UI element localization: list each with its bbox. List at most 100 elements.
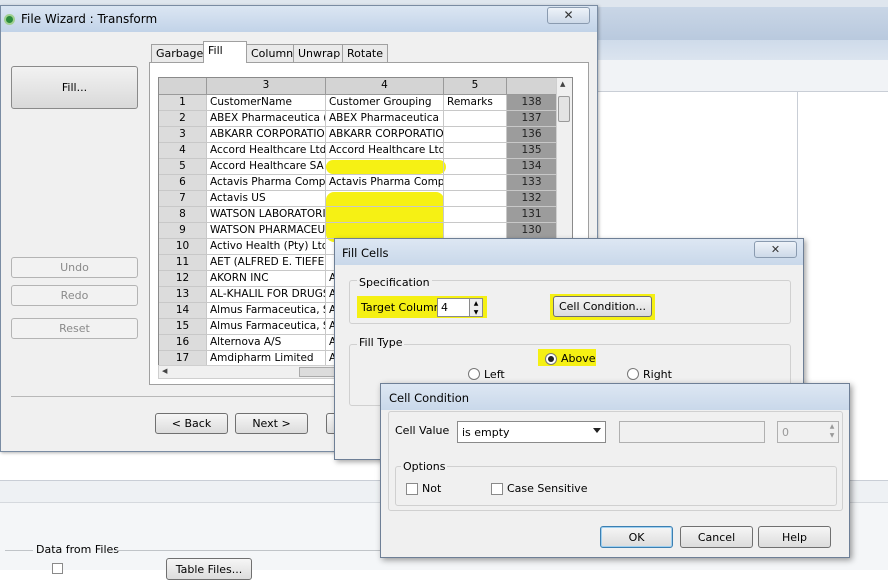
grid-cell[interactable] bbox=[444, 191, 507, 207]
grid-cell[interactable]: Accord Healthcare Ltd. bbox=[326, 143, 444, 159]
row-number[interactable]: 1 bbox=[159, 95, 207, 111]
tab-unwrap[interactable]: Unwrap bbox=[293, 44, 346, 62]
column-header[interactable]: 4 bbox=[326, 78, 444, 95]
close-icon[interactable]: ✕ bbox=[547, 7, 590, 24]
grid-cell[interactable] bbox=[444, 127, 507, 143]
grid-cell[interactable]: 133 bbox=[507, 175, 557, 191]
undo-button[interactable]: Undo bbox=[11, 257, 138, 278]
row-number[interactable]: 4 bbox=[159, 143, 207, 159]
grid-cell[interactable] bbox=[326, 207, 444, 223]
row-number[interactable]: 5 bbox=[159, 159, 207, 175]
scroll-left-icon[interactable]: ◀ bbox=[162, 367, 167, 375]
target-column-input[interactable]: 4 bbox=[437, 298, 473, 317]
tab-fill[interactable]: Fill bbox=[203, 41, 247, 63]
back-button[interactable]: < Back bbox=[155, 413, 228, 434]
checkbox[interactable] bbox=[52, 563, 63, 574]
grid-cell[interactable] bbox=[326, 191, 444, 207]
grid-cell[interactable]: Almus Farmaceutica, S. bbox=[207, 319, 326, 335]
grid-cell[interactable] bbox=[326, 159, 444, 175]
row-number[interactable]: 9 bbox=[159, 223, 207, 239]
grid-cell[interactable] bbox=[444, 207, 507, 223]
grid-cell[interactable] bbox=[444, 223, 507, 239]
case-sensitive-checkbox[interactable] bbox=[491, 483, 503, 495]
cell-value-select[interactable]: is empty bbox=[457, 421, 606, 443]
grid-cell[interactable]: AET (ALFRED E. TIEFENBACHER) bbox=[207, 255, 326, 271]
row-number[interactable]: 16 bbox=[159, 335, 207, 351]
grid-cell[interactable]: 138 bbox=[507, 95, 557, 111]
grid-cell[interactable]: Actavis Pharma Company bbox=[207, 175, 326, 191]
column-header[interactable]: 5 bbox=[444, 78, 507, 95]
column-header[interactable] bbox=[507, 78, 557, 95]
grid-cell[interactable] bbox=[326, 223, 444, 239]
grid-cell[interactable]: Customer Grouping bbox=[326, 95, 444, 111]
grid-cell[interactable]: 136 bbox=[507, 127, 557, 143]
row-number[interactable]: 14 bbox=[159, 303, 207, 319]
radio-left[interactable] bbox=[468, 368, 480, 380]
scroll-thumb[interactable] bbox=[558, 96, 570, 122]
grid-cell[interactable]: WATSON PHARMACEUTICALS bbox=[207, 223, 326, 239]
grid-cell[interactable]: 137 bbox=[507, 111, 557, 127]
row-number[interactable]: 7 bbox=[159, 191, 207, 207]
cancel-button[interactable]: Cancel bbox=[680, 526, 753, 548]
column-header[interactable] bbox=[159, 78, 207, 95]
grid-cell[interactable]: Actavis US bbox=[207, 191, 326, 207]
help-button[interactable]: Help bbox=[758, 526, 831, 548]
grid-cell[interactable]: ABKARR CORPORATION bbox=[207, 127, 326, 143]
column-header[interactable]: 3 bbox=[207, 78, 326, 95]
cell-condition-button[interactable]: Cell Condition... bbox=[553, 296, 652, 317]
grid-cell[interactable] bbox=[444, 111, 507, 127]
grid-cell[interactable]: Accord Healthcare Ltd. bbox=[207, 143, 326, 159]
grid-cell[interactable]: Almus Farmaceutica, S. bbox=[207, 303, 326, 319]
tab-rotate[interactable]: Rotate bbox=[342, 44, 389, 62]
chevron-down-icon[interactable] bbox=[593, 428, 601, 433]
grid-cell[interactable]: ABKARR CORPORATION bbox=[326, 127, 444, 143]
grid-cell[interactable]: Alternova A/S bbox=[207, 335, 326, 351]
grid-cell[interactable]: Remarks bbox=[444, 95, 507, 111]
grid-cell[interactable]: 130 bbox=[507, 223, 557, 239]
ok-button[interactable]: OK bbox=[600, 526, 673, 548]
row-number[interactable]: 12 bbox=[159, 271, 207, 287]
grid-cell[interactable]: 132 bbox=[507, 191, 557, 207]
next-button[interactable]: Next > bbox=[235, 413, 308, 434]
fill-button[interactable]: Fill... bbox=[11, 66, 138, 109]
row-number[interactable]: 15 bbox=[159, 319, 207, 335]
grid-cell[interactable] bbox=[444, 159, 507, 175]
row-number[interactable]: 11 bbox=[159, 255, 207, 271]
grid-cell[interactable]: Activo Health (Pty) Ltd bbox=[207, 239, 326, 255]
condition-text-input[interactable] bbox=[619, 421, 765, 443]
row-number[interactable]: 8 bbox=[159, 207, 207, 223]
scroll-thumb[interactable] bbox=[299, 367, 339, 377]
spinner-icon[interactable]: ▲ ▼ bbox=[826, 422, 838, 442]
grid-cell[interactable]: 134 bbox=[507, 159, 557, 175]
radio-right[interactable] bbox=[627, 368, 639, 380]
wizard-title: File Wizard : Transform bbox=[21, 12, 158, 26]
table-files-button[interactable]: Table Files... bbox=[166, 558, 252, 580]
radio-above[interactable] bbox=[545, 353, 557, 365]
tab-column[interactable]: Column bbox=[246, 44, 299, 62]
horizontal-scrollbar[interactable]: ◀ bbox=[158, 365, 344, 379]
grid-cell[interactable]: CustomerName bbox=[207, 95, 326, 111]
tab-garbage[interactable]: Garbage bbox=[151, 44, 209, 62]
row-number[interactable]: 6 bbox=[159, 175, 207, 191]
row-number[interactable]: 2 bbox=[159, 111, 207, 127]
grid-cell[interactable]: 131 bbox=[507, 207, 557, 223]
row-number[interactable]: 13 bbox=[159, 287, 207, 303]
not-checkbox[interactable] bbox=[406, 483, 418, 495]
grid-cell[interactable]: 135 bbox=[507, 143, 557, 159]
grid-cell[interactable]: Accord Healthcare SA bbox=[207, 159, 326, 175]
grid-cell[interactable] bbox=[444, 175, 507, 191]
spinner-icon[interactable]: ▲ ▼ bbox=[469, 298, 483, 317]
row-number[interactable]: 3 bbox=[159, 127, 207, 143]
grid-cell[interactable] bbox=[444, 143, 507, 159]
grid-cell[interactable]: AL-KHALIL FOR DRUGS bbox=[207, 287, 326, 303]
grid-cell[interactable]: ABEX Pharmaceutica (Pty) bbox=[207, 111, 326, 127]
grid-cell[interactable]: ABEX Pharmaceutica (Pty) bbox=[326, 111, 444, 127]
reset-button[interactable]: Reset bbox=[11, 318, 138, 339]
scroll-up-icon[interactable]: ▲ bbox=[560, 80, 565, 88]
redo-button[interactable]: Redo bbox=[11, 285, 138, 306]
grid-cell[interactable]: Actavis Pharma Company bbox=[326, 175, 444, 191]
grid-cell[interactable]: WATSON LABORATORIES bbox=[207, 207, 326, 223]
row-number[interactable]: 10 bbox=[159, 239, 207, 255]
grid-cell[interactable]: AKORN INC bbox=[207, 271, 326, 287]
close-icon[interactable]: ✕ bbox=[754, 241, 797, 258]
